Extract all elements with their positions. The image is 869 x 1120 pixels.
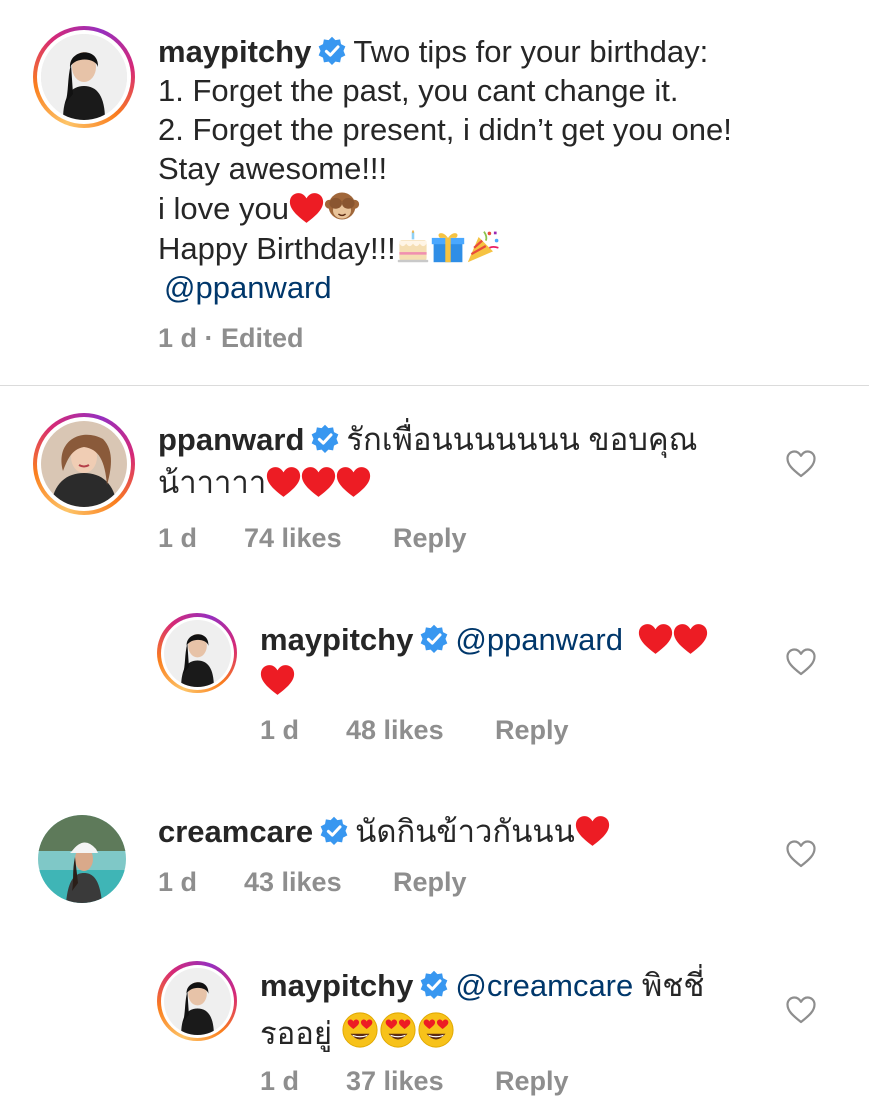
reply-item: maypitchy @creamcare พิชชี่ รออยู่ 1 d 37… bbox=[0, 944, 869, 1120]
comment-meta: 1 d 37 likes Reply bbox=[260, 1066, 660, 1100]
red-heart-emoji bbox=[575, 815, 610, 847]
caption-text: maypitchy Two tips for your birthday: 1. … bbox=[158, 32, 838, 307]
profile-photo bbox=[41, 421, 127, 507]
comment-body: พิชชี่ bbox=[641, 968, 705, 1003]
comment-username[interactable]: creamcare bbox=[158, 814, 313, 849]
red-heart-emoji bbox=[638, 623, 673, 655]
comment-username[interactable]: maypitchy bbox=[260, 622, 413, 657]
reply-button[interactable]: Reply bbox=[393, 523, 467, 554]
comment-text: creamcare นัดกินข้าวกันนน bbox=[158, 812, 758, 851]
comment-body: น้าาาาา bbox=[158, 465, 267, 500]
avatar[interactable] bbox=[33, 413, 135, 515]
verified-badge-icon bbox=[317, 36, 347, 66]
reply-item: maypitchy @ppanward 1 d 48 likes Reply bbox=[0, 596, 869, 786]
profile-photo bbox=[163, 967, 231, 1035]
comment-likes[interactable]: 74 likes bbox=[244, 523, 342, 554]
comment-meta: 1 d 48 likes Reply bbox=[260, 715, 660, 749]
comment-item: ppanward รักเพื่อนนนนนนน ขอบคุณ น้าาาาา 1… bbox=[0, 386, 869, 576]
reply-button[interactable]: Reply bbox=[495, 715, 569, 746]
comment-text: maypitchy @ppanward bbox=[260, 620, 760, 700]
mention-link[interactable]: @ppanward bbox=[455, 622, 623, 657]
red-heart-emoji bbox=[301, 466, 336, 498]
avatar[interactable] bbox=[157, 613, 237, 693]
red-heart-emoji bbox=[673, 623, 708, 655]
comment-body: นัดกินข้าวกันนน bbox=[355, 814, 575, 849]
caption-timestamp: 1 d · Edited bbox=[158, 323, 304, 353]
comment-username[interactable]: maypitchy bbox=[260, 968, 413, 1003]
reply-button[interactable]: Reply bbox=[393, 867, 467, 898]
party-popper-emoji bbox=[466, 228, 502, 264]
verified-badge-icon bbox=[419, 970, 449, 1000]
caption-line: 2. Forget the present, i didn’t get you … bbox=[158, 112, 732, 147]
comment-likes[interactable]: 43 likes bbox=[244, 867, 342, 898]
caption: maypitchy Two tips for your birthday: 1. … bbox=[0, 0, 869, 385]
heart-outline-icon[interactable] bbox=[786, 450, 816, 478]
profile-photo bbox=[41, 34, 127, 120]
comment-body: รออยู่ bbox=[260, 1016, 333, 1051]
red-heart-emoji bbox=[266, 466, 301, 498]
caption-line: 1. Forget the past, you cant change it. bbox=[158, 73, 679, 108]
verified-badge-icon bbox=[310, 424, 340, 454]
comment-username[interactable]: ppanward bbox=[158, 422, 304, 457]
avatar[interactable] bbox=[157, 961, 237, 1041]
comment-item: creamcare นัดกินข้าวกันนน 1 d 43 likes Re… bbox=[0, 800, 869, 940]
heart-outline-icon[interactable] bbox=[786, 840, 816, 868]
comment-text: ppanward รักเพื่อนนนนนนน ขอบคุณ น้าาาาา bbox=[158, 420, 758, 502]
mention-link[interactable]: @ppanward bbox=[164, 270, 332, 305]
verified-badge-icon bbox=[319, 816, 349, 846]
comment-likes[interactable]: 37 likes bbox=[346, 1066, 444, 1097]
caption-username[interactable]: maypitchy bbox=[158, 34, 311, 69]
profile-photo bbox=[163, 619, 231, 687]
avatar[interactable] bbox=[38, 815, 126, 903]
heart-eyes-emoji bbox=[341, 1011, 379, 1049]
verified-badge-icon bbox=[419, 624, 449, 654]
red-heart-emoji bbox=[289, 192, 324, 224]
caption-line: Two tips for your birthday: bbox=[353, 34, 709, 69]
heart-outline-icon[interactable] bbox=[786, 996, 816, 1024]
caption-line: i love you bbox=[158, 191, 289, 226]
comment-body: รักเพื่อนนนนนนน ขอบคุณ bbox=[346, 422, 698, 457]
comment-meta: 1 d 74 likes Reply bbox=[158, 523, 558, 557]
heart-outline-icon[interactable] bbox=[786, 648, 816, 676]
mention-link[interactable]: @creamcare bbox=[455, 968, 633, 1003]
reply-button[interactable]: Reply bbox=[495, 1066, 569, 1097]
comment-timestamp: 1 d bbox=[158, 867, 198, 897]
heart-eyes-emoji bbox=[379, 1011, 417, 1049]
caption-line: Stay awesome!!! bbox=[158, 151, 388, 186]
comment-text: maypitchy @creamcare พิชชี่ รออยู่ bbox=[260, 966, 760, 1053]
birthday-cake-emoji bbox=[396, 230, 430, 264]
caption-meta: 1 d · Edited bbox=[158, 323, 558, 357]
gift-emoji bbox=[430, 228, 466, 264]
comment-timestamp: 1 d bbox=[260, 1066, 300, 1096]
avatar[interactable] bbox=[33, 26, 135, 128]
profile-photo bbox=[38, 815, 126, 903]
caption-line: Happy Birthday!!! bbox=[158, 231, 396, 266]
comment-timestamp: 1 d bbox=[260, 715, 300, 745]
comment-likes[interactable]: 48 likes bbox=[346, 715, 444, 746]
see-no-evil-monkey-emoji bbox=[324, 188, 360, 224]
comment-timestamp: 1 d bbox=[158, 523, 198, 553]
heart-eyes-emoji bbox=[417, 1011, 455, 1049]
red-heart-emoji bbox=[336, 466, 371, 498]
red-heart-emoji bbox=[260, 664, 295, 696]
comment-meta: 1 d 43 likes Reply bbox=[158, 867, 558, 901]
